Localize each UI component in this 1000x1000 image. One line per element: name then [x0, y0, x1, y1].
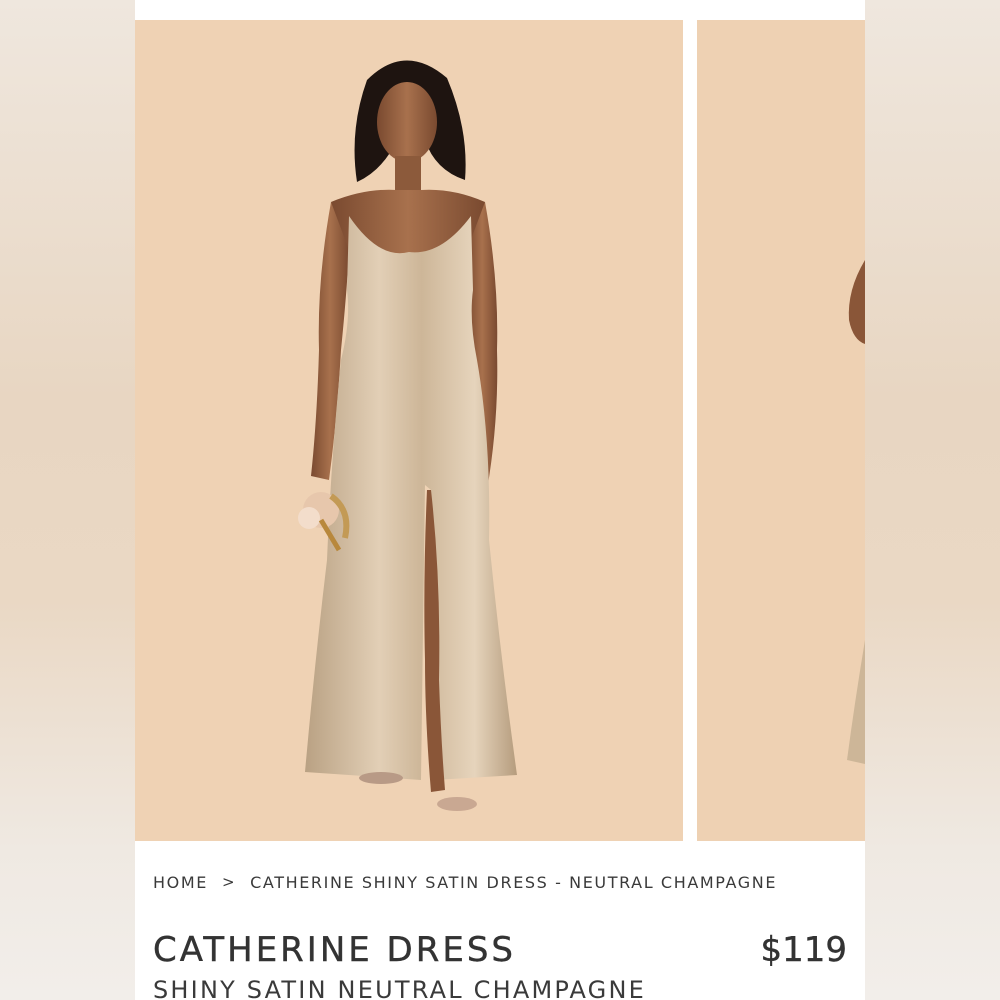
blurred-background-left: [0, 0, 135, 1000]
product-subtitle: SHINY SATIN NEUTRAL CHAMPAGNE: [153, 976, 646, 1000]
breadcrumb: HOME > CATHERINE SHINY SATIN DRESS - NEU…: [153, 871, 777, 893]
model-in-dress-illustration: [298, 60, 517, 811]
product-title: CATHERINE DRESS: [153, 930, 517, 970]
breadcrumb-current-page: CATHERINE SHINY SATIN DRESS - NEUTRAL CH…: [250, 872, 778, 892]
model-partial-illustration: [847, 260, 865, 764]
product-photo-main[interactable]: [135, 20, 683, 841]
product-image-carousel[interactable]: [135, 20, 865, 841]
blurred-background-right: [865, 0, 1000, 1000]
product-price: $119: [760, 930, 847, 970]
product-title-row: CATHERINE DRESS $119: [153, 928, 847, 972]
breadcrumb-separator-icon: >: [221, 873, 237, 891]
product-photo-next[interactable]: [697, 20, 865, 841]
product-page: HOME > CATHERINE SHINY SATIN DRESS - NEU…: [135, 0, 865, 1000]
breadcrumb-home-link[interactable]: HOME: [153, 873, 208, 892]
